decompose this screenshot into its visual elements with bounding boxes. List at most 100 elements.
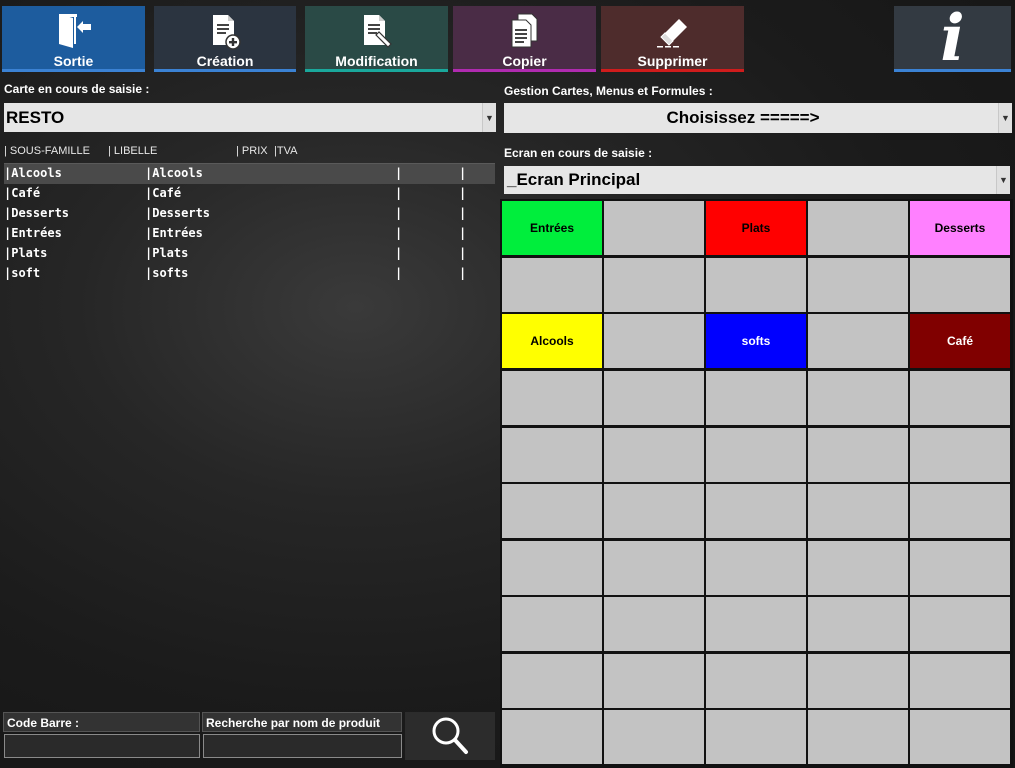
copier-label: Copier bbox=[502, 53, 547, 69]
empty-grid-cell[interactable] bbox=[910, 541, 1010, 595]
cell-tva: | bbox=[459, 226, 467, 240]
empty-grid-cell[interactable] bbox=[604, 258, 704, 312]
empty-grid-cell[interactable] bbox=[706, 541, 806, 595]
empty-grid-cell[interactable] bbox=[808, 201, 908, 255]
copier-underline bbox=[453, 69, 596, 72]
chevron-down-icon[interactable]: ▼ bbox=[996, 166, 1010, 194]
empty-grid-cell[interactable] bbox=[604, 541, 704, 595]
empty-grid-cell[interactable] bbox=[604, 484, 704, 538]
table-row[interactable]: |Entrées |Entrées | | bbox=[4, 224, 495, 244]
empty-grid-cell[interactable] bbox=[808, 597, 908, 651]
empty-grid-cell[interactable] bbox=[604, 654, 704, 708]
cell-sous-famille: |Entrées bbox=[4, 226, 62, 240]
empty-grid-cell[interactable] bbox=[502, 428, 602, 482]
carte-select[interactable]: RESTO ▼ bbox=[4, 103, 496, 132]
table-row[interactable]: |Alcools |Alcools | | bbox=[4, 164, 495, 184]
empty-grid-cell[interactable] bbox=[604, 428, 704, 482]
recherche-label: Recherche par nom de produit bbox=[202, 712, 402, 732]
cell-sous-famille: |Desserts bbox=[4, 206, 70, 220]
table-row[interactable]: |soft |softs | | bbox=[4, 264, 495, 284]
supprimer-button[interactable]: Supprimer bbox=[601, 6, 744, 72]
empty-grid-cell[interactable] bbox=[604, 371, 704, 425]
table-row[interactable]: |Café |Café | | bbox=[4, 184, 495, 204]
empty-grid-cell[interactable] bbox=[910, 428, 1010, 482]
creation-label: Création bbox=[196, 53, 254, 69]
empty-grid-cell[interactable] bbox=[604, 597, 704, 651]
cell-prix: | bbox=[395, 166, 403, 180]
empty-grid-cell[interactable] bbox=[502, 258, 602, 312]
recherche-input[interactable] bbox=[203, 734, 402, 758]
code-barre-input[interactable] bbox=[4, 734, 200, 758]
ecran-select[interactable]: _Ecran Principal ▼ bbox=[504, 166, 1010, 194]
copier-button[interactable]: Copier bbox=[453, 6, 596, 72]
search-button[interactable] bbox=[405, 712, 495, 760]
empty-grid-cell[interactable] bbox=[808, 710, 908, 764]
sortie-button[interactable]: Sortie bbox=[2, 6, 145, 72]
empty-grid-cell[interactable] bbox=[706, 258, 806, 312]
cell-prix: | bbox=[395, 266, 403, 280]
search-icon bbox=[432, 717, 468, 754]
empty-grid-cell[interactable] bbox=[808, 484, 908, 538]
cell-libelle: |Entrées bbox=[145, 226, 203, 240]
code-barre-label: Code Barre : bbox=[3, 712, 200, 732]
gestion-select[interactable]: Choisissez =====> ▼ bbox=[504, 103, 1012, 133]
empty-grid-cell[interactable] bbox=[502, 654, 602, 708]
empty-grid-cell[interactable] bbox=[502, 371, 602, 425]
empty-grid-cell[interactable] bbox=[910, 654, 1010, 708]
empty-grid-cell[interactable] bbox=[502, 710, 602, 764]
empty-grid-cell[interactable] bbox=[604, 201, 704, 255]
empty-grid-cell[interactable] bbox=[604, 314, 704, 368]
supprimer-underline bbox=[601, 69, 744, 72]
empty-grid-cell[interactable] bbox=[706, 484, 806, 538]
table-row[interactable]: |Desserts |Desserts | | bbox=[4, 204, 495, 224]
empty-grid-cell[interactable] bbox=[808, 541, 908, 595]
empty-grid-cell[interactable] bbox=[910, 371, 1010, 425]
screen-button[interactable]: softs bbox=[706, 314, 806, 368]
empty-grid-cell[interactable] bbox=[502, 597, 602, 651]
screen-button[interactable]: Plats bbox=[706, 201, 806, 255]
empty-grid-cell[interactable] bbox=[706, 710, 806, 764]
empty-grid-cell[interactable] bbox=[706, 428, 806, 482]
screen-button[interactable]: Entrées bbox=[502, 201, 602, 255]
screen-button[interactable]: Desserts bbox=[910, 201, 1010, 255]
empty-grid-cell[interactable] bbox=[706, 597, 806, 651]
empty-grid-cell[interactable] bbox=[706, 371, 806, 425]
empty-grid-cell[interactable] bbox=[502, 484, 602, 538]
empty-grid-cell[interactable] bbox=[502, 541, 602, 595]
cell-tva: | bbox=[459, 206, 467, 220]
cell-tva: | bbox=[459, 186, 467, 200]
table-row[interactable]: |Plats |Plats | | bbox=[4, 244, 495, 264]
modification-label: Modification bbox=[335, 53, 418, 69]
empty-grid-cell[interactable] bbox=[808, 258, 908, 312]
chevron-down-icon[interactable]: ▼ bbox=[998, 103, 1012, 133]
col-libelle[interactable]: | LIBELLE bbox=[108, 145, 157, 157]
cell-sous-famille: |Café bbox=[4, 186, 41, 200]
cell-prix: | bbox=[395, 246, 403, 260]
col-prix[interactable]: | PRIX bbox=[236, 145, 268, 157]
empty-grid-cell[interactable] bbox=[604, 710, 704, 764]
creation-button[interactable]: Création bbox=[154, 6, 296, 72]
empty-grid-cell[interactable] bbox=[910, 597, 1010, 651]
chevron-down-icon[interactable]: ▼ bbox=[482, 103, 496, 132]
cell-tva: | bbox=[459, 246, 467, 260]
col-sous-famille[interactable]: | SOUS-FAMILLE bbox=[4, 145, 90, 157]
modification-button[interactable]: Modification bbox=[305, 6, 448, 72]
info-icon: i bbox=[940, 1, 965, 76]
edit-document-icon bbox=[357, 9, 397, 53]
info-underline bbox=[894, 69, 1011, 72]
info-button[interactable]: i bbox=[894, 6, 1011, 72]
empty-grid-cell[interactable] bbox=[808, 371, 908, 425]
empty-grid-cell[interactable] bbox=[808, 314, 908, 368]
screen-button[interactable]: Alcools bbox=[502, 314, 602, 368]
screen-button[interactable]: Café bbox=[910, 314, 1010, 368]
empty-grid-cell[interactable] bbox=[910, 710, 1010, 764]
empty-grid-cell[interactable] bbox=[808, 428, 908, 482]
empty-grid-cell[interactable] bbox=[910, 258, 1010, 312]
col-tva[interactable]: |TVA bbox=[274, 145, 297, 157]
cell-prix: | bbox=[395, 206, 403, 220]
cell-tva: | bbox=[459, 166, 467, 180]
empty-grid-cell[interactable] bbox=[808, 654, 908, 708]
empty-grid-cell[interactable] bbox=[706, 654, 806, 708]
exit-door-icon bbox=[54, 9, 94, 53]
empty-grid-cell[interactable] bbox=[910, 484, 1010, 538]
